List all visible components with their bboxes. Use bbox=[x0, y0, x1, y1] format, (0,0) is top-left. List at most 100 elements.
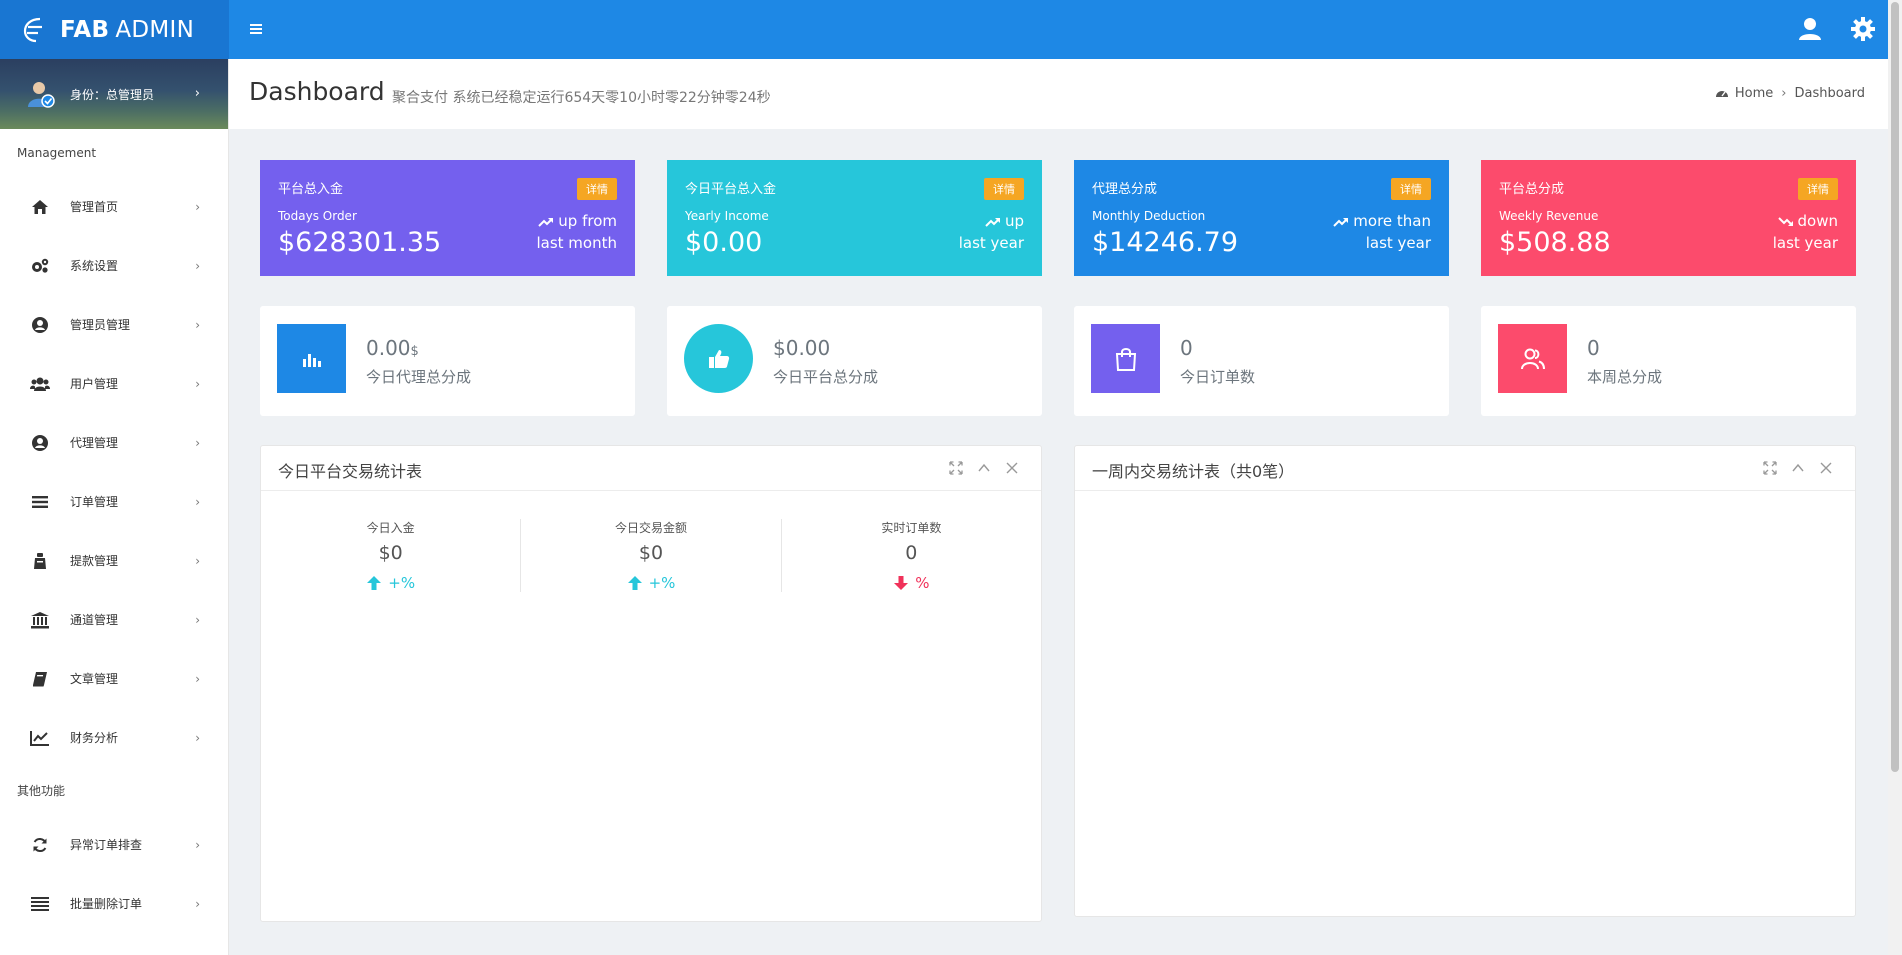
chevron-right-icon: › bbox=[195, 199, 200, 214]
book-icon bbox=[30, 669, 50, 689]
bag-icon bbox=[30, 551, 50, 571]
home-icon bbox=[30, 197, 50, 217]
hamburger-menu-icon[interactable] bbox=[246, 19, 266, 39]
trend-indicator: down last year bbox=[1772, 212, 1838, 252]
collapse-chevron-up-icon[interactable] bbox=[1791, 460, 1805, 474]
sidebar-item-system-settings[interactable]: 系统设置 › bbox=[0, 236, 228, 295]
cogs-icon bbox=[30, 256, 50, 276]
mini-card-value: 0 bbox=[1180, 336, 1193, 360]
close-icon[interactable] bbox=[1005, 460, 1019, 474]
arrow-down-icon bbox=[894, 576, 909, 590]
trending-up-icon bbox=[1333, 217, 1349, 227]
breadcrumb: Home › Dashboard bbox=[1715, 86, 1865, 101]
chevron-right-icon: › bbox=[195, 258, 200, 273]
expand-icon[interactable] bbox=[949, 460, 963, 475]
sidebar-item-admin-management[interactable]: 管理员管理 › bbox=[0, 295, 228, 354]
arrow-up-icon bbox=[627, 576, 642, 590]
chevron-right-icon: › bbox=[194, 86, 200, 101]
user-circle-icon bbox=[30, 433, 50, 453]
details-badge-button[interactable]: 详情 bbox=[1798, 178, 1838, 200]
sidebar-item-home[interactable]: 管理首页 › bbox=[0, 177, 228, 236]
sidebar-item-agent-management[interactable]: 代理管理 › bbox=[0, 413, 228, 472]
brand-logo[interactable]: FAB ADMIN bbox=[0, 0, 229, 59]
stat-today-deposit: 今日入金 $0 +% bbox=[366, 521, 416, 592]
page-title: Dashboard bbox=[249, 77, 385, 106]
breadcrumb-current: Dashboard bbox=[1794, 86, 1865, 101]
trending-up-icon bbox=[985, 217, 1000, 227]
mini-card-value: 0.00$ bbox=[366, 336, 419, 360]
sidebar-item-order-management[interactable]: 订单管理 › bbox=[0, 472, 228, 531]
bank-icon bbox=[30, 610, 50, 630]
sidebar-item-abnormal-orders[interactable]: 异常订单排查 › bbox=[0, 815, 228, 874]
panel-title: 一周内交易统计表（共0笔） bbox=[1092, 462, 1295, 481]
close-icon[interactable] bbox=[1819, 460, 1833, 474]
chevron-right-icon: › bbox=[195, 494, 200, 509]
settings-gear-icon[interactable] bbox=[1848, 14, 1878, 44]
details-badge-button[interactable]: 详情 bbox=[984, 178, 1024, 200]
uptime-subtitle: 聚合支付 系统已经稳定运行654天零10小时零22分钟零24秒 bbox=[392, 90, 771, 106]
mini-card-label: 今日平台总分成 bbox=[773, 368, 879, 386]
panel-tools bbox=[949, 460, 1019, 475]
page-header: Dashboard 聚合支付 系统已经稳定运行654天零10小时零22分钟零24… bbox=[229, 59, 1888, 129]
details-badge-button[interactable]: 详情 bbox=[577, 178, 617, 200]
bars-icon bbox=[30, 894, 50, 914]
mini-card-label: 今日代理总分成 bbox=[366, 368, 472, 386]
shopping-bag-icon bbox=[1115, 347, 1136, 371]
brand-icon bbox=[23, 17, 42, 42]
sidebar-item-channel-management[interactable]: 通道管理 › bbox=[0, 590, 228, 649]
sidebar-item-article-management[interactable]: 文章管理 › bbox=[0, 649, 228, 708]
sidebar-item-user-management[interactable]: 用户管理 › bbox=[0, 354, 228, 413]
stat-today-trade-amount: 今日交易金额 $0 +% bbox=[520, 519, 780, 592]
expand-icon[interactable] bbox=[1763, 460, 1777, 475]
chevron-right-icon: › bbox=[195, 612, 200, 627]
trend-indicator: up last year bbox=[958, 212, 1024, 252]
chevron-right-icon: › bbox=[195, 896, 200, 911]
chevron-right-icon: › bbox=[195, 376, 200, 391]
mini-card-value: 0 bbox=[1587, 336, 1600, 360]
thumbs-up-icon bbox=[708, 349, 729, 368]
sidebar-item-finance-analysis[interactable]: 财务分析 › bbox=[0, 708, 228, 767]
details-badge-button[interactable]: 详情 bbox=[1391, 178, 1431, 200]
mini-card-value: $0.00 bbox=[773, 336, 831, 360]
sidebar-item-withdraw-management[interactable]: 提款管理 › bbox=[0, 531, 228, 590]
trend-indicator: up from last month bbox=[536, 212, 617, 252]
section-heading-management: Management bbox=[17, 146, 97, 160]
stat-card-platform-total: 平台总入金 Todays Order $628301.35 详情 up from… bbox=[260, 160, 635, 276]
chevron-right-icon: › bbox=[195, 837, 200, 852]
vertical-scrollbar[interactable] bbox=[1888, 0, 1902, 955]
mini-card-week-share: 0 本周总分成 bbox=[1481, 306, 1856, 416]
week-transaction-panel: 一周内交易统计表（共0笔） bbox=[1074, 445, 1856, 917]
sidebar-item-batch-delete-orders[interactable]: 批量删除订单 › bbox=[0, 874, 228, 933]
arrow-up-icon bbox=[367, 576, 382, 590]
stat-card-agent-total: 代理总分成 Monthly Deduction $14246.79 详情 mor… bbox=[1074, 160, 1449, 276]
list-icon bbox=[30, 492, 50, 512]
mini-card-label: 今日订单数 bbox=[1180, 368, 1256, 386]
stat-realtime-orders: 实时订单数 0 % bbox=[780, 519, 1041, 592]
admin-avatar-icon bbox=[28, 82, 55, 108]
sidebar: 身份：总管理员 › Management 管理首页 › 系统设置 › 管理员管理… bbox=[0, 59, 229, 955]
panel-header: 今日平台交易统计表 bbox=[261, 446, 1041, 491]
dashboard-gauge-icon bbox=[1715, 90, 1728, 97]
trending-down-icon bbox=[1777, 216, 1793, 226]
scrollbar-thumb[interactable] bbox=[1891, 2, 1899, 772]
bar-chart-icon bbox=[302, 353, 321, 367]
user-profile-icon[interactable] bbox=[1795, 14, 1825, 44]
mini-card-platform-share-today: $0.00 今日平台总分成 bbox=[667, 306, 1042, 416]
profile-panel[interactable]: 身份：总管理员 › bbox=[0, 59, 228, 129]
breadcrumb-separator: › bbox=[1781, 86, 1787, 101]
panel-header: 一周内交易统计表（共0笔） bbox=[1075, 446, 1855, 491]
chevron-right-icon: › bbox=[195, 730, 200, 745]
chevron-right-icon: › bbox=[195, 671, 200, 686]
users-icon bbox=[1520, 348, 1545, 369]
top-navbar: FAB ADMIN bbox=[0, 0, 1888, 59]
section-heading-other: 其他功能 bbox=[17, 784, 66, 798]
collapse-chevron-up-icon[interactable] bbox=[977, 460, 991, 474]
stat-card-today-platform: 今日平台总入金 Yearly Income $0.00 详情 up last y… bbox=[667, 160, 1042, 276]
panel-title: 今日平台交易统计表 bbox=[278, 462, 423, 481]
today-stats-row: 今日入金 $0 +% 今日交易金额 $0 +% 实时订单数 0 % bbox=[261, 519, 1041, 592]
breadcrumb-home-link[interactable]: Home bbox=[1735, 86, 1773, 101]
panel-tools bbox=[1763, 460, 1833, 475]
chevron-right-icon: › bbox=[195, 317, 200, 332]
refresh-icon bbox=[30, 835, 50, 855]
today-transaction-panel: 今日平台交易统计表 今日入金 $0 +% 今日交易金额 $0 +% 实时订单数 … bbox=[260, 445, 1042, 922]
